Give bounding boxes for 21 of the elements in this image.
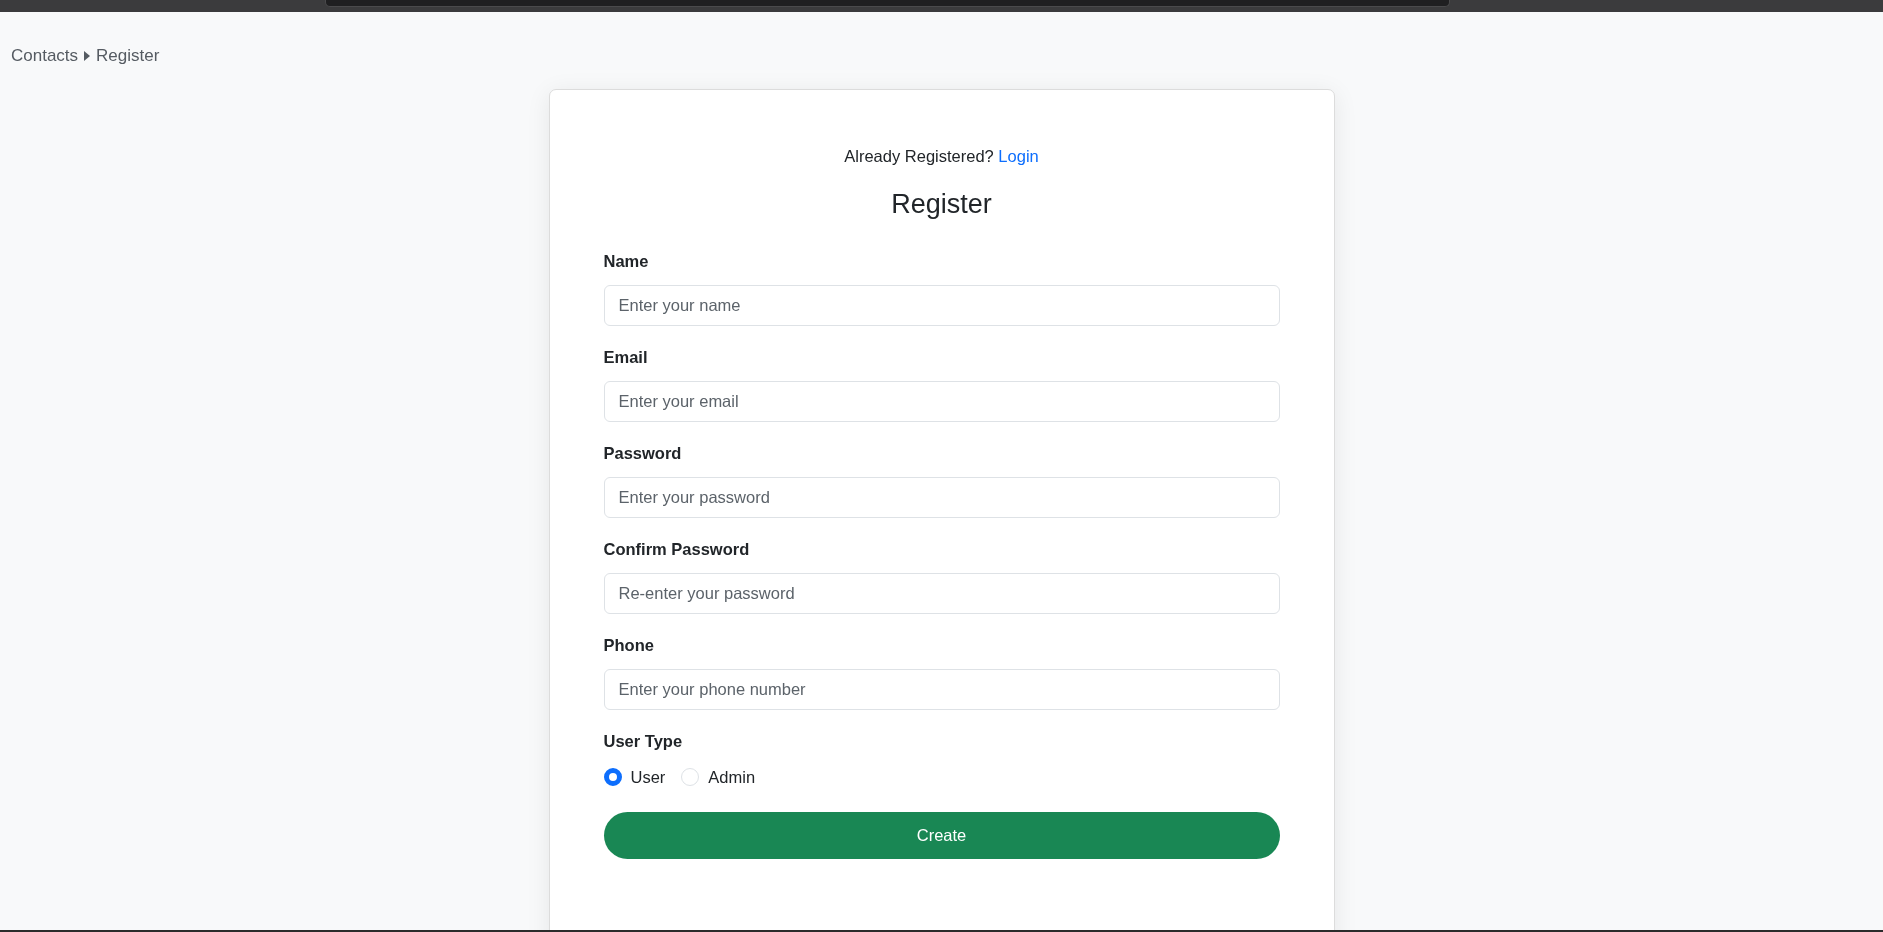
input-field[interactable]: Enter your password xyxy=(603,477,1280,518)
form-title: Register xyxy=(890,188,993,221)
input-field[interactable]: Enter your email xyxy=(603,381,1280,422)
field-label: Password xyxy=(603,443,683,463)
breadcrumb-current: Register xyxy=(96,46,160,66)
login-prompt: Already Registered? Login xyxy=(843,146,1040,166)
login-link[interactable]: Login xyxy=(998,147,1039,165)
field-label: Name xyxy=(603,251,650,271)
field-label: Confirm Password xyxy=(603,539,751,559)
radio-button[interactable] xyxy=(603,768,622,786)
radio-label: User xyxy=(630,767,666,787)
field-label: User Type xyxy=(603,731,684,751)
input-field[interactable]: Enter your name xyxy=(603,285,1280,326)
field-label: Phone xyxy=(603,635,655,655)
input-field[interactable]: Re-enter your password xyxy=(603,573,1280,614)
breadcrumb-link[interactable]: Contacts xyxy=(11,46,79,66)
radio-label: Admin xyxy=(708,767,756,787)
input-field[interactable]: Enter your phone number xyxy=(603,669,1280,710)
create-button[interactable]: Create xyxy=(603,812,1280,859)
field-label: Email xyxy=(603,347,649,367)
caret-right-icon xyxy=(84,51,91,61)
